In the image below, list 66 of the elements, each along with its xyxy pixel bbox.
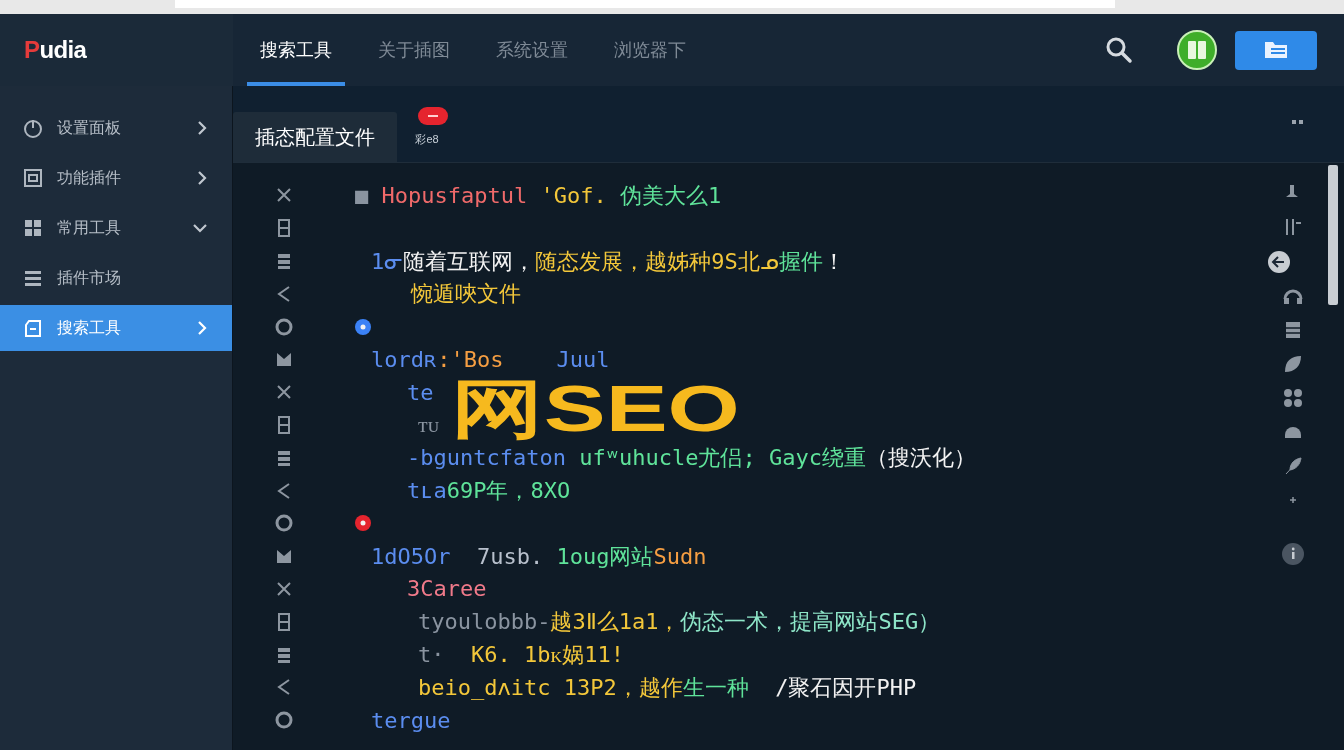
header-tab[interactable]: 系统设置: [483, 14, 581, 86]
sidebar-item[interactable]: 常用工具: [0, 205, 232, 251]
ring-icon[interactable]: [274, 710, 294, 731]
ring-icon[interactable]: [274, 316, 294, 337]
breakpoint-dot[interactable]: [355, 318, 371, 335]
code-token: 1oug网站: [555, 542, 654, 571]
code-token: ！: [822, 247, 845, 276]
code-token: 7usb.: [475, 542, 544, 571]
leaf-icon[interactable]: [1282, 353, 1304, 375]
more-icon[interactable]: [1292, 120, 1304, 125]
code-token: lordʀ: [371, 345, 438, 374]
code-token: tʟa: [407, 477, 447, 506]
code-token: 随态发展，越姊种9S北ᓄ: [535, 247, 779, 276]
search-icon[interactable]: [1105, 36, 1133, 64]
grid-icon: [23, 218, 43, 238]
overlay-title: 网SEO: [451, 376, 740, 442]
sidebar-item[interactable]: 功能插件: [0, 155, 232, 201]
folder-icon: [1263, 40, 1289, 60]
code-token: Hopusfaptul: [381, 181, 528, 210]
code-token: ■: [355, 181, 370, 210]
code-token: /聚石因开PHP: [774, 673, 917, 702]
square-icon: [23, 168, 43, 188]
code-token: 握件: [778, 247, 823, 276]
code-token: beio_dʌitc 13P2，: [418, 673, 639, 702]
code-token: 3Caree: [407, 575, 487, 604]
code-token: 生一种: [682, 673, 749, 702]
code-token: Sudn: [653, 542, 707, 571]
code-token: -bguntcfaton: [407, 444, 566, 473]
code-token: tergue: [371, 706, 451, 735]
breakpoint-dot[interactable]: [355, 515, 371, 532]
sidebar-item[interactable]: 设置面板: [0, 105, 232, 151]
sidebar-item[interactable]: 插件市场: [0, 255, 232, 301]
code-token: K6. 1bᴋ娲11!: [470, 641, 625, 670]
header-tab[interactable]: 关于插图: [365, 14, 463, 86]
code-token: Juul: [555, 345, 610, 374]
info-icon[interactable]: [1282, 543, 1304, 565]
code-token: 69P年，8XO: [446, 477, 571, 506]
code-token: ᴛᴜ: [418, 411, 440, 440]
code-token: tyoulobbb-: [418, 608, 551, 637]
code-token: 越3Ⅱ么1a1，: [550, 608, 681, 637]
code-token: Gayc绕重: [767, 444, 866, 473]
grid-icon[interactable]: [1282, 387, 1304, 409]
code-token: :'Bos: [437, 345, 504, 374]
code-token: t·: [418, 641, 445, 670]
power-icon: [23, 118, 43, 138]
header-tab[interactable]: 浏览器下: [601, 14, 699, 86]
code-token: 'Gof.: [539, 181, 607, 210]
code-token: 随着互联网，: [403, 247, 536, 276]
ring-icon[interactable]: [274, 513, 294, 534]
editor-tab[interactable]: 插态配置文件: [233, 112, 397, 162]
tab-note: 彩e8: [415, 131, 439, 147]
code-token: 惋遁唊文件: [411, 280, 521, 309]
code-token: ufʷuhucle尤侣;: [578, 444, 756, 473]
folder-button[interactable]: [1235, 30, 1317, 70]
document-icon: [23, 318, 43, 338]
code-token: （搜沃化）: [865, 444, 976, 473]
code-token: 伪态一术，提高网站SEG）: [680, 608, 941, 637]
code-token: 1ᓂ: [371, 247, 404, 276]
badge-icon: [418, 107, 448, 125]
code-token: 1dO5Or: [371, 542, 451, 571]
code-token: 越作: [638, 673, 683, 702]
logo: Pudia: [24, 35, 87, 65]
code-token: 伪美大么1: [618, 181, 722, 210]
scrollbar[interactable]: [1328, 165, 1338, 305]
list-icon: [23, 268, 43, 288]
code-token: te: [407, 378, 434, 407]
